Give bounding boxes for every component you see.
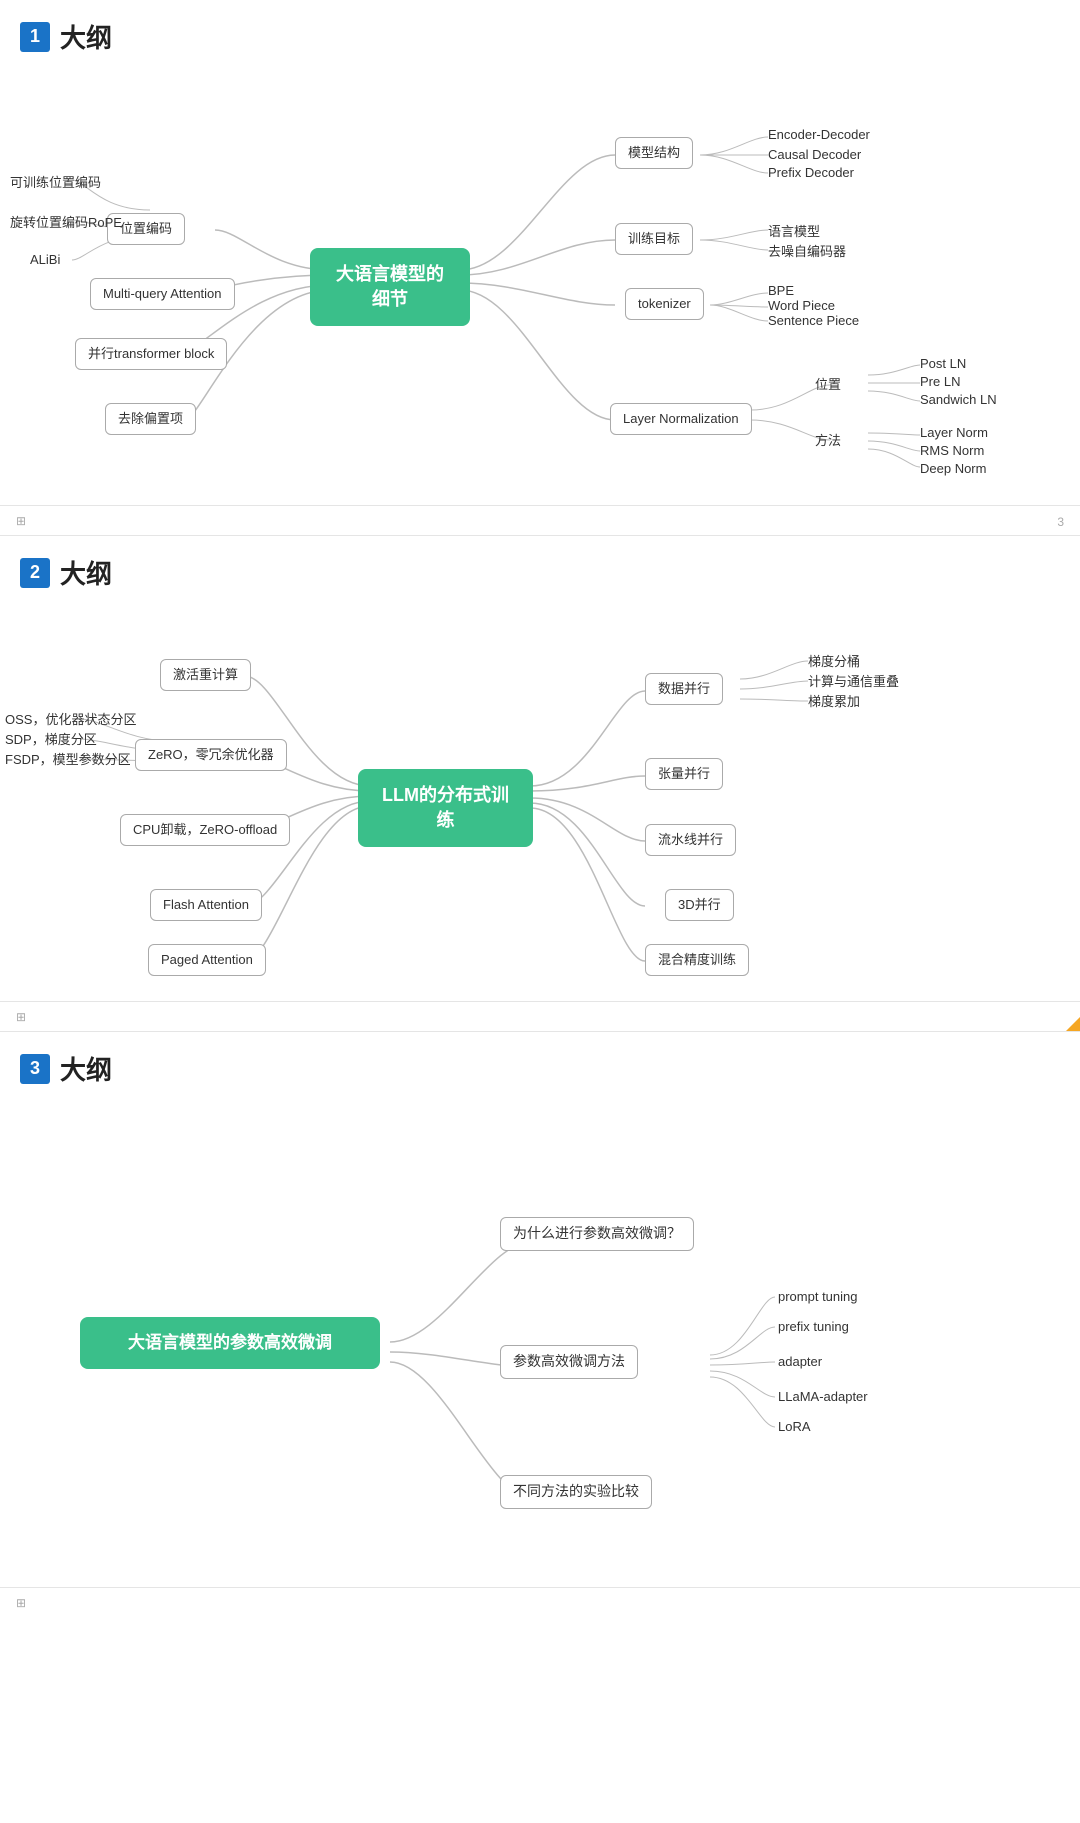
node-peft-methods: 参数高效微调方法 [500, 1345, 638, 1379]
node-language-model: 语言模型 [768, 221, 820, 240]
section-1-number: 1 [20, 22, 50, 52]
node-activation-recompute: 激活重计算 [160, 659, 251, 691]
node-sdp: SDP，梯度分区 [5, 729, 97, 748]
section-3: 3 大纲 大语言模型的参数高效微调 为什么进行参数高效微调？ 参数高效微调方法 [0, 1032, 1080, 1617]
node-layer-norm-method: Layer Norm [920, 425, 988, 440]
node-experiment-compare: 不同方法的实验比较 [500, 1475, 652, 1509]
node-deep-norm: Deep Norm [920, 461, 986, 476]
section-3-footer: ⊞ [0, 1587, 1080, 1617]
center-node-2: LLM的分布式训练 [358, 769, 533, 847]
footer-icon-2: ⊞ [16, 1010, 26, 1024]
node-pre-ln: Pre LN [920, 374, 960, 389]
node-bpe: BPE [768, 283, 794, 298]
node-llama-adapter: LLaMA-adapter [778, 1389, 868, 1404]
node-rope: 旋转位置编码RoPE [10, 212, 122, 231]
node-rms-norm: RMS Norm [920, 443, 984, 458]
node-3d-parallel: 3D并行 [665, 889, 734, 921]
node-method-label: 方法 [815, 430, 841, 449]
node-gradient-bucket: 梯度分桶 [808, 651, 860, 670]
node-sandwich-ln: Sandwich LN [920, 392, 997, 407]
node-prompt-tuning: prompt tuning [778, 1289, 858, 1304]
node-multi-query: Multi-query Attention [90, 278, 235, 310]
node-model-structure: 模型结构 [615, 137, 693, 169]
center-node-3: 大语言模型的参数高效微调 [80, 1317, 380, 1369]
orange-corner-2 [1066, 1017, 1080, 1031]
section-3-number: 3 [20, 1054, 50, 1084]
center-node-1: 大语言模型的细节 [310, 248, 470, 326]
node-alibi: ALiBi [30, 252, 60, 267]
section-2-number: 2 [20, 558, 50, 588]
page-number-1: 3 [1057, 515, 1064, 529]
section-2-footer: ⊞ [0, 1001, 1080, 1031]
node-prefix-decoder: Prefix Decoder [768, 165, 854, 180]
node-tensor-parallel: 张量并行 [645, 758, 723, 790]
node-cpu-offload: CPU卸载，ZeRO-offload [120, 814, 290, 846]
node-post-ln: Post LN [920, 356, 966, 371]
section-2: 2 大纲 [0, 536, 1080, 1031]
node-paged-attention: Paged Attention [148, 944, 266, 976]
node-trainable-pe: 可训练位置编码 [10, 172, 101, 191]
footer-icon-3: ⊞ [16, 1596, 26, 1610]
node-prefix-tuning: prefix tuning [778, 1319, 849, 1334]
node-sentence-piece: Sentence Piece [768, 313, 859, 328]
mindmap-1: 大语言模型的细节 位置编码 可训练位置编码 旋转位置编码RoPE ALiBi M… [0, 65, 1080, 495]
node-encoder-decoder: Encoder-Decoder [768, 127, 870, 142]
node-mixed-precision: 混合精度训练 [645, 944, 749, 976]
node-gradient-accumulate: 梯度累加 [808, 691, 860, 710]
node-lora: LoRA [778, 1419, 811, 1434]
node-parallel-transformer: 并行transformer block [75, 338, 227, 370]
section-2-title: 大纲 [60, 554, 112, 591]
node-pipeline-parallel: 流水线并行 [645, 824, 736, 856]
node-word-piece: Word Piece [768, 298, 835, 313]
mindmap-3: 大语言模型的参数高效微调 为什么进行参数高效微调？ 参数高效微调方法 promp… [0, 1097, 1080, 1577]
node-zero: ZeRO，零冗余优化器 [135, 739, 287, 771]
section-1-title: 大纲 [60, 18, 112, 55]
node-flash-attention: Flash Attention [150, 889, 262, 921]
node-denoising-autoencoder: 去噪自编码器 [768, 241, 846, 260]
node-data-parallel: 数据并行 [645, 673, 723, 705]
node-fsdp: FSDP，模型参数分区 [5, 749, 131, 768]
section-1-footer: ⊞ 3 [0, 505, 1080, 535]
mindmap-2: LLM的分布式训练 激活重计算 ZeRO，零冗余优化器 OSS，优化器状态分区 … [0, 601, 1080, 991]
section-3-title: 大纲 [60, 1050, 112, 1087]
section-1-header: 1 大纲 [0, 0, 1080, 65]
node-tokenizer: tokenizer [625, 288, 704, 320]
node-compute-comm-overlap: 计算与通信重叠 [808, 671, 899, 690]
node-layer-norm: Layer Normalization [610, 403, 752, 435]
section-1: 1 大纲 [0, 0, 1080, 535]
node-oss: OSS，优化器状态分区 [5, 709, 136, 728]
section-2-header: 2 大纲 [0, 536, 1080, 601]
node-training-target: 训练目标 [615, 223, 693, 255]
node-position-label: 位置 [815, 374, 841, 393]
node-adapter: adapter [778, 1354, 822, 1369]
footer-icon-1: ⊞ [16, 514, 26, 528]
node-why-peft: 为什么进行参数高效微调？ [500, 1217, 694, 1251]
node-causal-decoder: Causal Decoder [768, 147, 861, 162]
section-3-header: 3 大纲 [0, 1032, 1080, 1097]
node-remove-bias: 去除偏置项 [105, 403, 196, 435]
